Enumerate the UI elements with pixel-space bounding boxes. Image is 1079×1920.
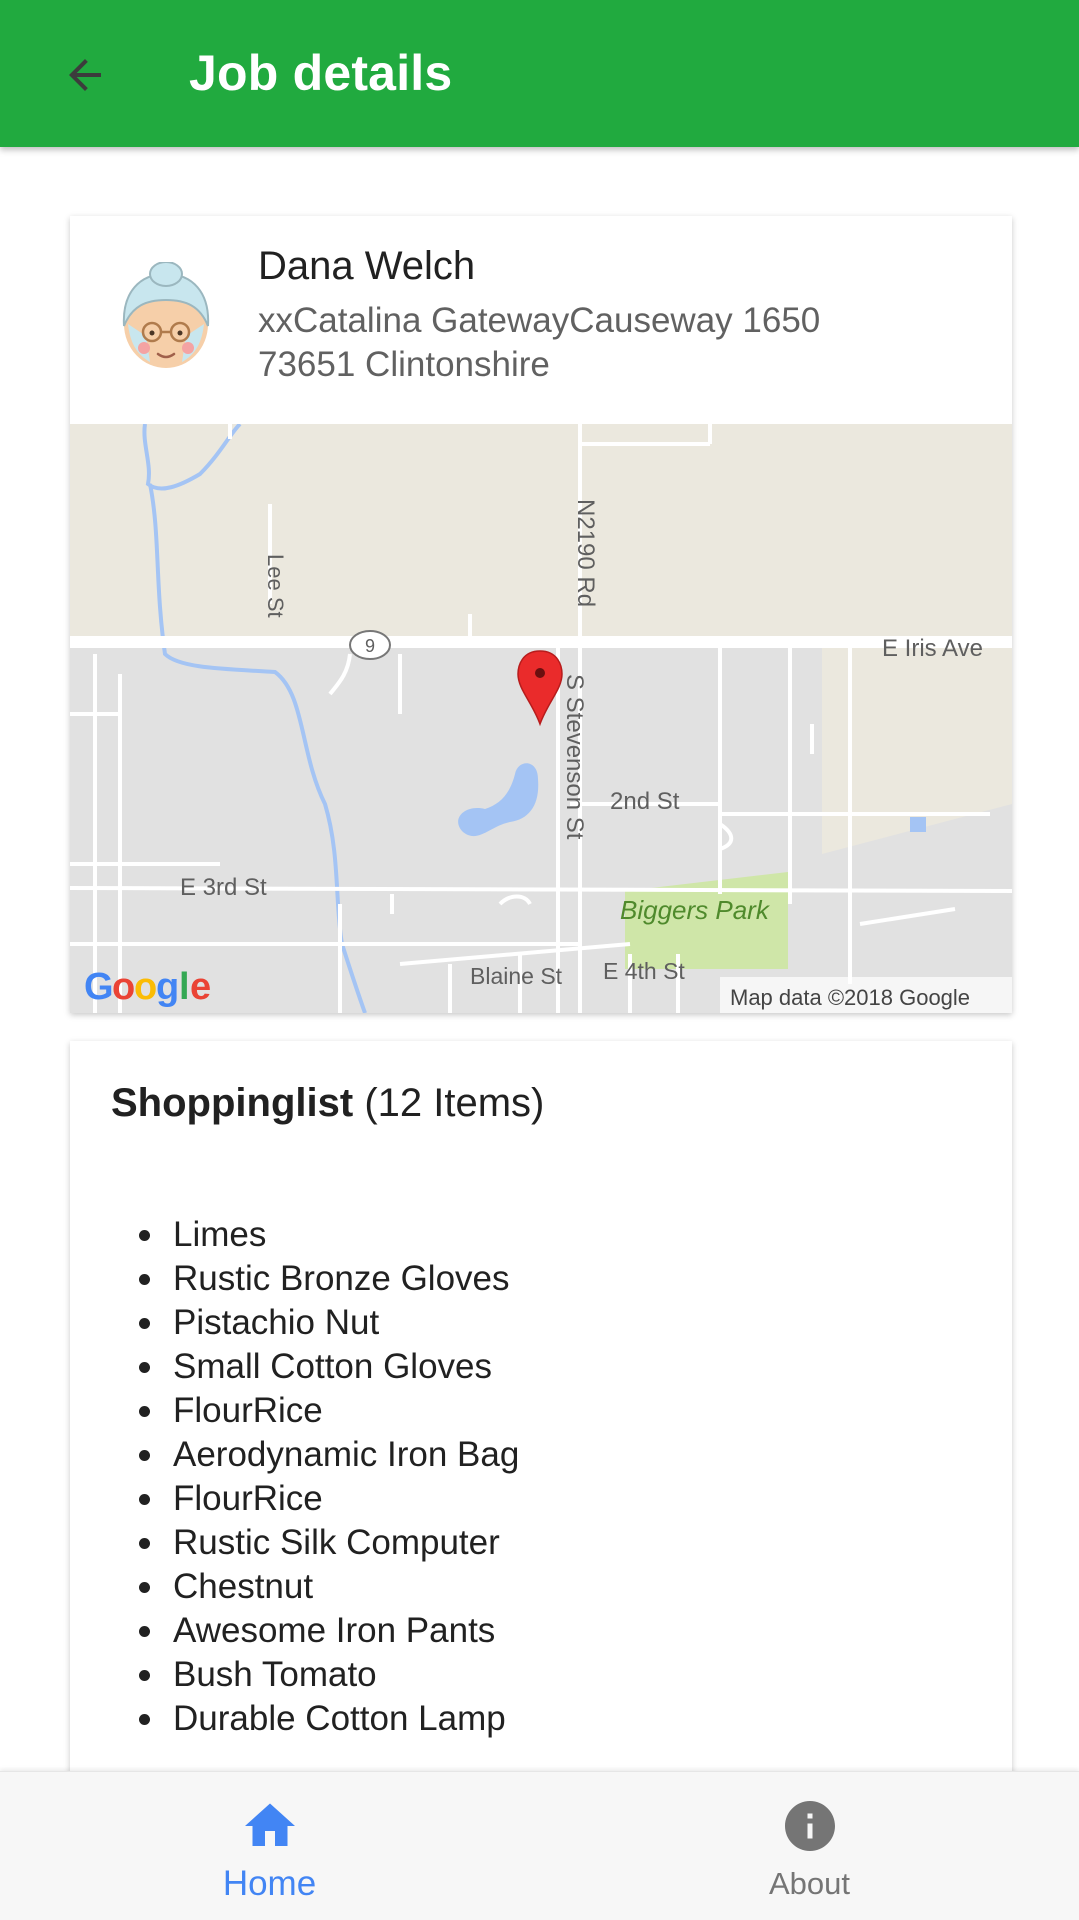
page-title: Job details bbox=[189, 45, 453, 101]
svg-text:o: o bbox=[112, 966, 135, 1008]
list-item: FlourRice bbox=[138, 1477, 519, 1521]
svg-text:G: G bbox=[84, 966, 114, 1008]
list-item: Chestnut bbox=[138, 1565, 519, 1609]
map-canvas: 9 Lee St N2190 Rd E Iris Ave S Stevenson… bbox=[70, 424, 1012, 1013]
app-bar: Job details bbox=[0, 0, 1079, 147]
map-label-biggers-park: Biggers Park bbox=[620, 895, 771, 925]
route-shield: 9 bbox=[349, 630, 391, 660]
svg-text:e: e bbox=[190, 966, 211, 1008]
shopping-list: Limes Rustic Bronze Gloves Pistachio Nut… bbox=[111, 1213, 519, 1741]
info-icon bbox=[784, 1801, 835, 1851]
list-item: Durable Cotton Lamp bbox=[138, 1697, 519, 1741]
shopping-list-count: (12 Items) bbox=[364, 1081, 545, 1125]
nav-about-label: About bbox=[768, 1866, 850, 1901]
shopping-list-card: Shoppinglist (12 Items) Limes Rustic Bro… bbox=[70, 1041, 1012, 1801]
nav-home-tab[interactable]: Home bbox=[0, 1772, 539, 1920]
list-item: Limes bbox=[138, 1213, 519, 1257]
list-item: Aerodynamic Iron Bag bbox=[138, 1433, 519, 1477]
list-item: Rustic Silk Computer bbox=[138, 1521, 519, 1565]
svg-text:l: l bbox=[179, 966, 190, 1008]
list-item: Small Cotton Gloves bbox=[138, 1345, 519, 1389]
job-card: Dana Welch xxCatalina GatewayCauseway 16… bbox=[70, 216, 1012, 1013]
map-attribution: Map data ©2018 Google bbox=[730, 985, 970, 1010]
map-view[interactable]: 9 Lee St N2190 Rd E Iris Ave S Stevenson… bbox=[70, 424, 1012, 1013]
svg-text:g: g bbox=[156, 966, 179, 1008]
map-label-e-3rd: E 3rd St bbox=[180, 874, 267, 901]
nav-home-label: Home bbox=[222, 1864, 317, 1903]
map-label-lee-st: Lee St bbox=[263, 554, 288, 618]
map-label-n2190: N2190 Rd bbox=[572, 499, 599, 607]
svg-text:o: o bbox=[134, 966, 157, 1008]
arrow-back-icon bbox=[69, 59, 101, 91]
shopping-list-title: Shoppinglist (12 Items) bbox=[111, 1081, 544, 1126]
map-label-blaine: Blaine St bbox=[470, 963, 563, 989]
list-item: FlourRice bbox=[138, 1389, 519, 1433]
grandma-avatar-icon bbox=[122, 262, 210, 368]
back-button[interactable] bbox=[50, 40, 120, 110]
client-address: xxCatalina GatewayCauseway 1650 73651 Cl… bbox=[258, 299, 978, 387]
nav-about-tab[interactable]: About bbox=[540, 1772, 1079, 1920]
list-item: Rustic Bronze Gloves bbox=[138, 1257, 519, 1301]
list-item: Pistachio Nut bbox=[138, 1301, 519, 1345]
shopping-list-heading: Shoppinglist bbox=[111, 1081, 354, 1125]
map-label-2nd-st: 2nd St bbox=[610, 788, 680, 815]
list-item: Awesome Iron Pants bbox=[138, 1609, 519, 1653]
map-label-e-4th: E 4th St bbox=[603, 958, 685, 984]
address-line-2: 73651 Clintonshire bbox=[258, 345, 550, 384]
map-label-route: 9 bbox=[365, 636, 375, 656]
google-logo: G o o g l e bbox=[84, 966, 211, 1008]
client-name: Dana Welch bbox=[258, 244, 476, 288]
address-line-1: xxCatalina GatewayCauseway 1650 bbox=[258, 301, 821, 340]
map-label-e-iris: E Iris Ave bbox=[882, 635, 983, 662]
bottom-navigation: Home About bbox=[0, 1771, 1079, 1920]
home-icon bbox=[244, 1803, 295, 1846]
list-item: Bush Tomato bbox=[138, 1653, 519, 1697]
map-label-s-stevenson: S Stevenson St bbox=[561, 674, 588, 840]
